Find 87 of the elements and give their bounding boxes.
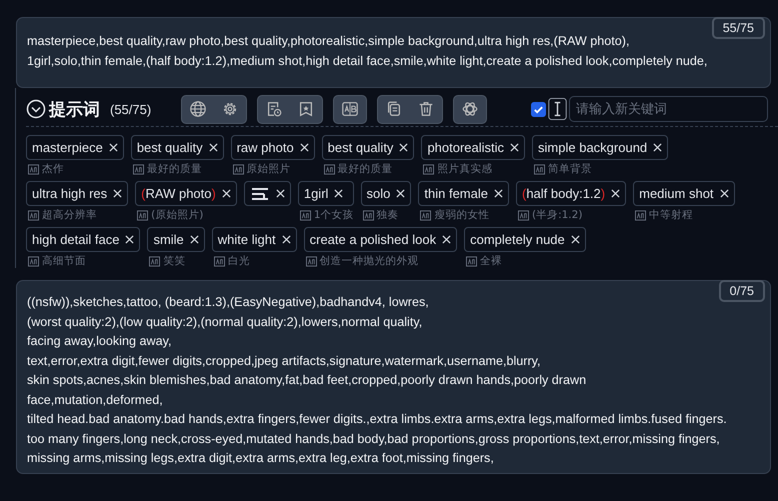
translate-icon <box>534 164 546 174</box>
tag-translation: 全裸 <box>480 254 502 268</box>
translate-icon <box>362 210 374 220</box>
close-icon[interactable] <box>396 189 406 198</box>
translate-icon <box>635 210 646 220</box>
tag-chip[interactable]: smile <box>147 227 205 252</box>
translate-icon <box>466 256 478 266</box>
tag-chip[interactable]: simple background <box>532 135 668 160</box>
close-icon[interactable] <box>510 143 520 152</box>
tag-chip[interactable]: best quality <box>130 135 224 160</box>
translate-icon <box>324 164 335 174</box>
close-icon[interactable] <box>208 143 218 152</box>
tag-chip[interactable] <box>244 181 291 206</box>
keyword-input[interactable]: 请输入新关键词 <box>569 96 768 122</box>
tag-chip[interactable]: solo <box>360 181 412 206</box>
tag-translation: (原始照片) <box>151 208 204 222</box>
tag-translation: 照片真实感 <box>437 162 492 176</box>
close-icon[interactable] <box>113 189 122 198</box>
tag-chip[interactable]: masterpiece <box>26 135 124 160</box>
tag-translation: 最好的质量 <box>146 162 202 176</box>
close-icon[interactable] <box>494 189 503 198</box>
translate-icon <box>132 164 144 174</box>
translate-icon <box>214 256 225 266</box>
tag-chip[interactable]: high detail face <box>26 227 140 252</box>
tag-translation: 中等射程 <box>649 208 694 222</box>
close-icon[interactable] <box>222 189 231 198</box>
close-icon[interactable] <box>653 143 662 152</box>
globe-icon <box>189 100 208 118</box>
tag-chip[interactable]: photorealistic <box>421 135 526 160</box>
close-icon[interactable] <box>282 235 291 244</box>
close-icon[interactable] <box>611 189 620 198</box>
translate-icon <box>28 164 39 174</box>
tag-chip[interactable]: (half body:1.2) <box>516 181 626 206</box>
tag-translation: 简单背景 <box>548 162 592 176</box>
tag-translation: 超高分辨率 <box>42 208 97 222</box>
token-counter: 55/75 <box>712 17 765 39</box>
tag-chip[interactable]: white light <box>212 227 297 252</box>
tag-translation: 1个女孩 <box>314 208 354 222</box>
text-box-icon <box>341 100 360 118</box>
close-icon[interactable] <box>334 189 344 198</box>
close-icon[interactable] <box>300 143 309 152</box>
tag-chip[interactable]: ultra high res <box>26 181 128 206</box>
close-icon[interactable] <box>570 235 580 244</box>
tag-translation: 瘦弱的女性 <box>434 208 490 222</box>
text-cursor-icon[interactable] <box>548 98 568 120</box>
translate-icon <box>137 210 148 220</box>
close-icon[interactable] <box>720 189 729 198</box>
tag-translation: 笑笑 <box>163 254 186 268</box>
translate-icon <box>28 256 39 266</box>
document-clock-icon <box>265 100 284 118</box>
translate-icon <box>232 164 244 174</box>
close-icon[interactable] <box>442 235 452 244</box>
close-icon[interactable] <box>190 235 199 244</box>
close-icon[interactable] <box>399 143 408 152</box>
tag-chip[interactable]: raw photo <box>230 135 315 160</box>
tag-chip[interactable]: create a polished look <box>304 227 458 252</box>
tag-translation: 白光 <box>228 254 250 268</box>
translate-icon <box>420 210 432 220</box>
section-title: 提示词 <box>49 98 100 120</box>
translate-icon <box>300 210 311 220</box>
tag-translation: 创造一种抛光的外观 <box>320 254 419 268</box>
close-icon[interactable] <box>108 143 118 152</box>
tag-translation: 独奏 <box>376 208 399 222</box>
translate-icon <box>423 164 434 174</box>
tag-translation: (半身:1.2) <box>532 208 582 222</box>
tag-chip[interactable]: best quality <box>322 135 414 160</box>
close-icon[interactable] <box>276 189 285 198</box>
tag-chip[interactable]: completely nude <box>464 227 586 252</box>
tag-chip[interactable]: thin female <box>418 181 509 206</box>
token-count: (55/75) <box>110 102 152 116</box>
close-icon[interactable] <box>125 235 134 244</box>
token-counter: 0/75 <box>718 280 765 302</box>
wrap-icon <box>250 186 270 200</box>
tag-translation: 原始照片 <box>246 162 291 176</box>
trash-icon <box>417 100 436 118</box>
translate-icon <box>518 210 529 220</box>
translate-icon <box>306 256 317 266</box>
translate-icon <box>149 256 160 266</box>
tag-translation: 杰作 <box>42 162 64 176</box>
translate-icon <box>28 210 39 220</box>
tag-chip[interactable]: 1girl <box>298 181 354 206</box>
tag-translation: 高细节面 <box>42 254 86 268</box>
collapse-icon[interactable] <box>26 99 46 119</box>
tag-chip[interactable]: medium shot <box>633 181 735 206</box>
checkbox[interactable] <box>531 102 546 116</box>
tag-translation: 最好的质量 <box>338 162 393 176</box>
tag-chip[interactable]: (RAW photo) <box>135 181 237 206</box>
